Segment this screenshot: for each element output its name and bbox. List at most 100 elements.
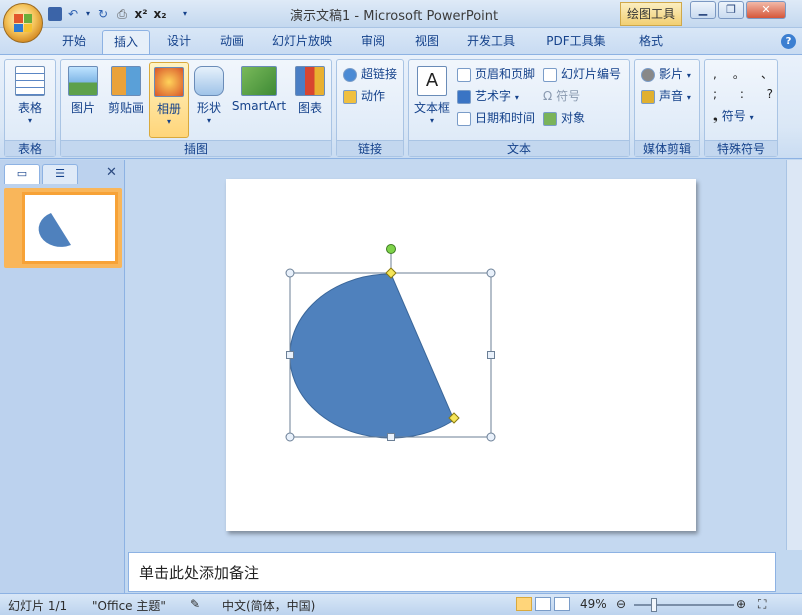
table-button[interactable]: 表格 ▾ (7, 62, 53, 138)
tab-home[interactable]: 开始 (52, 30, 96, 54)
photo-album-icon (154, 67, 184, 97)
minimize-button[interactable]: ▁ (690, 1, 716, 19)
wordart-button[interactable]: 艺术字 ▾ (457, 86, 519, 106)
header-footer-label: 页眉和页脚 (475, 67, 536, 81)
office-button[interactable] (3, 3, 43, 43)
picture-label: 图片 (70, 101, 95, 115)
close-button[interactable]: ✕ (746, 1, 786, 19)
clipart-button[interactable]: 剪贴画 (105, 62, 147, 138)
dropdown-arrow-icon: ▾ (429, 116, 434, 125)
resize-handle-left[interactable] (286, 351, 294, 359)
tab-pdf-tools[interactable]: PDF工具集 (536, 30, 616, 54)
photo-album-label: 相册 (156, 102, 181, 116)
symbol-period[interactable]: 。 (733, 64, 745, 84)
resize-handle-bottom-right[interactable] (486, 432, 496, 442)
symbol-colon[interactable]: : (740, 84, 744, 104)
textbox-button[interactable]: A 文本框 ▾ (411, 62, 453, 138)
symbols-button[interactable]: ❟ 符号 ▾ (713, 106, 754, 126)
slide-canvas[interactable] (226, 179, 696, 531)
superscript-icon[interactable]: x² (133, 6, 149, 22)
table-icon (15, 66, 45, 96)
header-footer-icon (457, 67, 471, 82)
smartart-icon (241, 66, 277, 96)
resize-handle-top-right[interactable] (486, 268, 496, 278)
photo-album-button[interactable]: 相册 ▾ (149, 62, 189, 138)
ribbon-tabs: 开始 插入 设计 动画 幻灯片放映 审阅 视图 开发工具 PDF工具集 格式 ? (0, 28, 802, 54)
restore-button[interactable]: ❐ (718, 1, 744, 19)
symbol-comma[interactable]: , (713, 64, 717, 84)
omega-icon: Ω (543, 89, 553, 103)
tab-insert[interactable]: 插入 (102, 30, 150, 54)
customize-qat-icon[interactable]: ▾ (177, 6, 193, 22)
hyperlink-button[interactable]: 超链接 (343, 64, 397, 84)
zoom-slider-thumb[interactable] (651, 598, 657, 612)
dropdown-arrow-icon: ▾ (206, 116, 211, 125)
undo-icon[interactable]: ↶ (65, 6, 81, 22)
symbol-enum-comma[interactable]: 、 (761, 64, 773, 84)
text-group: A 文本框 ▾ 页眉和页脚 艺术字 ▾ 日期和时间 幻灯片编号 Ω 符号 对象 文… (408, 59, 630, 157)
dropdown-arrow-icon: ▾ (514, 93, 519, 102)
links-group: 超链接 动作 链接 (336, 59, 404, 157)
qat-dropdown-icon[interactable]: ▾ (84, 6, 92, 22)
outline-tab-icon[interactable]: ☰ (42, 164, 78, 184)
sound-button[interactable]: 声音 ▾ (641, 86, 691, 106)
illustrations-group: 图片 剪贴画 相册 ▾ 形状 ▾ SmartArt 图表 插图 (60, 59, 332, 157)
symbol-semicolon[interactable]: ; (713, 84, 717, 104)
rotation-handle[interactable] (386, 244, 396, 254)
tab-format[interactable]: 格式 (628, 30, 674, 54)
resize-handle-bottom-left[interactable] (285, 432, 295, 442)
thumbnail-chord-shape (38, 213, 71, 247)
links-group-label: 链接 (337, 140, 403, 156)
drawing-tools-context-label: 绘图工具 (620, 2, 682, 26)
movie-label: 影片 (659, 67, 684, 81)
smartart-button[interactable]: SmartArt (229, 62, 289, 138)
slide-number-button[interactable]: 幻灯片编号 (543, 64, 621, 84)
tab-review[interactable]: 审阅 (350, 30, 396, 54)
chart-label: 图表 (297, 101, 322, 115)
zoom-level[interactable]: 49% (580, 597, 607, 611)
tab-animation[interactable]: 动画 (208, 30, 256, 54)
tab-design[interactable]: 设计 (156, 30, 202, 54)
slide-sorter-view-icon[interactable] (535, 597, 551, 611)
date-time-button[interactable]: 日期和时间 (457, 108, 535, 128)
chord-shape[interactable] (289, 273, 455, 439)
chart-button[interactable]: 图表 (291, 62, 329, 138)
symbol-label: 符号 (556, 89, 581, 103)
symbol-question[interactable]: ? (767, 84, 773, 104)
object-button[interactable]: 对象 (543, 108, 585, 128)
symbol-button[interactable]: Ω 符号 (543, 86, 580, 106)
close-pane-icon[interactable]: ✕ (106, 165, 117, 180)
tab-view[interactable]: 视图 (404, 30, 450, 54)
slideshow-view-icon[interactable] (554, 597, 570, 611)
window-title: 演示文稿1 - Microsoft PowerPoint (290, 9, 499, 24)
action-button[interactable]: 动作 (343, 86, 385, 106)
help-icon[interactable]: ? (781, 34, 796, 49)
sound-label: 声音 (659, 89, 684, 103)
zoom-out-icon[interactable]: ⊖ (616, 597, 626, 611)
print-preview-icon[interactable]: ⎙ (114, 6, 130, 22)
redo-icon[interactable]: ↻ (95, 6, 111, 22)
resize-handle-top-left[interactable] (285, 268, 295, 278)
slides-tab-icon[interactable]: ▭ (4, 164, 40, 184)
save-icon[interactable] (48, 7, 62, 21)
shapes-button[interactable]: 形状 ▾ (191, 62, 227, 138)
header-footer-button[interactable]: 页眉和页脚 (457, 64, 535, 84)
zoom-in-icon[interactable]: ⊕ (736, 597, 746, 611)
normal-view-icon[interactable] (516, 597, 532, 611)
slide-thumbnail[interactable] (22, 192, 118, 264)
vertical-scrollbar[interactable] (786, 160, 802, 550)
tab-developer[interactable]: 开发工具 (458, 30, 524, 54)
spellcheck-icon[interactable]: ✎ (190, 597, 200, 611)
notes-pane[interactable]: 单击此处添加备注 (128, 552, 776, 592)
subscript-icon[interactable]: x₂ (152, 6, 168, 22)
movie-button[interactable]: 影片 ▾ (641, 64, 691, 84)
tab-slideshow[interactable]: 幻灯片放映 (264, 30, 340, 54)
chart-icon (295, 66, 325, 96)
picture-button[interactable]: 图片 (63, 62, 103, 138)
resize-handle-right[interactable] (487, 351, 495, 359)
movie-icon (641, 67, 655, 82)
close-icon: ✕ (761, 3, 771, 16)
fit-to-window-icon[interactable]: ⛶ (758, 597, 766, 612)
zoom-slider-track[interactable] (634, 604, 734, 606)
resize-handle-bottom[interactable] (387, 433, 395, 441)
